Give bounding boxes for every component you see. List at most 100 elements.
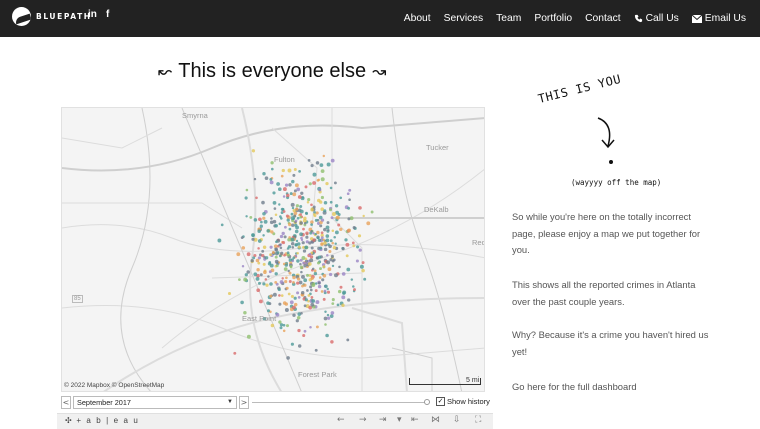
incident-dot[interactable]	[347, 206, 351, 210]
incident-dot[interactable]	[300, 191, 304, 195]
incident-dot[interactable]	[245, 215, 248, 218]
incident-dot[interactable]	[298, 170, 301, 173]
incident-dot[interactable]	[310, 203, 313, 207]
incident-dot[interactable]	[296, 277, 301, 281]
incident-dot[interactable]	[251, 237, 255, 241]
incident-dot[interactable]	[317, 255, 322, 259]
incident-dot[interactable]	[300, 270, 303, 274]
incident-dot[interactable]	[282, 301, 287, 305]
incident-dot[interactable]	[240, 300, 244, 305]
incident-dot[interactable]	[295, 239, 299, 243]
nav-call-us[interactable]: Call Us	[634, 13, 679, 24]
incident-dot[interactable]	[303, 329, 307, 333]
incident-dot[interactable]	[310, 276, 314, 281]
incident-dot[interactable]	[356, 245, 360, 249]
incident-dot[interactable]	[320, 242, 324, 246]
incident-dot[interactable]	[285, 276, 288, 280]
incident-dot[interactable]	[305, 231, 309, 235]
incident-dot[interactable]	[304, 259, 309, 263]
incident-dot[interactable]	[303, 283, 307, 287]
incident-dot[interactable]	[309, 255, 314, 259]
incident-dot[interactable]	[303, 304, 307, 308]
incident-dot[interactable]	[263, 255, 266, 259]
incident-dot[interactable]	[220, 223, 224, 227]
incident-dot[interactable]	[290, 342, 294, 346]
incident-dot[interactable]	[339, 285, 343, 289]
incident-dot[interactable]	[308, 252, 312, 256]
incident-dot[interactable]	[284, 308, 289, 312]
incident-dot[interactable]	[272, 201, 277, 205]
incident-dot[interactable]	[303, 278, 308, 283]
incident-dot[interactable]	[299, 213, 302, 216]
incident-dot[interactable]	[290, 241, 295, 246]
incident-dot[interactable]	[269, 263, 274, 268]
incident-dot[interactable]	[314, 348, 318, 352]
incident-dot[interactable]	[327, 243, 330, 246]
incident-dot[interactable]	[295, 204, 299, 208]
incident-dot[interactable]	[294, 183, 299, 188]
incident-dot[interactable]	[341, 272, 346, 276]
fullscreen-icon[interactable]: ⛶	[475, 415, 481, 425]
incident-dot[interactable]	[314, 232, 317, 236]
incident-dot[interactable]	[289, 192, 293, 196]
incident-dot[interactable]	[326, 253, 329, 257]
incident-dot[interactable]	[283, 235, 287, 239]
incident-dot[interactable]	[320, 290, 324, 293]
incident-dot[interactable]	[311, 283, 316, 287]
map-attribution[interactable]: © 2022 Mapbox © OpenStreetMap	[64, 382, 164, 389]
incident-dot[interactable]	[342, 290, 347, 295]
incident-dot[interactable]	[296, 259, 300, 263]
incident-dot[interactable]	[325, 234, 330, 238]
incident-dot[interactable]	[323, 247, 328, 252]
incident-dot[interactable]	[311, 299, 316, 303]
incident-dot[interactable]	[264, 176, 269, 180]
undo-icon[interactable]: ←	[337, 415, 345, 425]
incident-dot[interactable]	[267, 275, 270, 278]
incident-dot[interactable]	[317, 281, 321, 285]
incident-dot[interactable]	[258, 217, 262, 222]
incident-dot[interactable]	[241, 264, 245, 268]
nav-services[interactable]: Services	[444, 13, 483, 24]
incident-dot[interactable]	[313, 269, 317, 273]
download-icon[interactable]: ⇩	[453, 415, 461, 425]
incident-dot[interactable]	[331, 229, 335, 232]
nav-portfolio[interactable]: Portfolio	[534, 13, 572, 24]
incident-dot[interactable]	[301, 274, 305, 279]
incident-dot[interactable]	[269, 245, 273, 249]
incident-dot[interactable]	[353, 288, 356, 292]
incident-dot[interactable]	[284, 280, 288, 284]
incident-dot[interactable]	[278, 187, 282, 191]
incident-dot[interactable]	[307, 262, 312, 266]
incident-dot[interactable]	[289, 265, 293, 268]
incident-dot[interactable]	[304, 298, 308, 302]
incident-dot[interactable]	[291, 259, 294, 263]
incident-dot[interactable]	[361, 268, 365, 273]
incident-dot[interactable]	[275, 264, 279, 268]
incident-dot[interactable]	[266, 309, 271, 313]
incident-dot[interactable]	[293, 189, 297, 193]
incident-dot[interactable]	[269, 282, 273, 286]
incident-dot[interactable]	[347, 298, 351, 302]
incident-dot[interactable]	[362, 214, 365, 218]
incident-dot[interactable]	[290, 202, 295, 207]
month-slider-track[interactable]	[252, 402, 429, 403]
incident-dot[interactable]	[264, 278, 268, 281]
incident-dot[interactable]	[288, 227, 292, 231]
incident-dot[interactable]	[292, 305, 296, 310]
incident-dot[interactable]	[341, 295, 346, 300]
incident-dot[interactable]	[255, 276, 260, 281]
incident-dot[interactable]	[284, 183, 289, 187]
incident-dot[interactable]	[296, 315, 301, 320]
incident-dot[interactable]	[323, 241, 327, 245]
incident-dot[interactable]	[279, 280, 284, 284]
incident-dot[interactable]	[318, 188, 322, 192]
incident-dot[interactable]	[279, 234, 284, 239]
show-history-label[interactable]: Show history	[447, 397, 490, 406]
incident-dot[interactable]	[290, 216, 295, 221]
incident-dot[interactable]	[331, 264, 335, 268]
incident-dot[interactable]	[306, 289, 309, 292]
incident-dot[interactable]	[303, 264, 307, 268]
incident-dot[interactable]	[302, 227, 305, 231]
incident-dot[interactable]	[346, 267, 351, 272]
incident-dot[interactable]	[287, 168, 292, 173]
